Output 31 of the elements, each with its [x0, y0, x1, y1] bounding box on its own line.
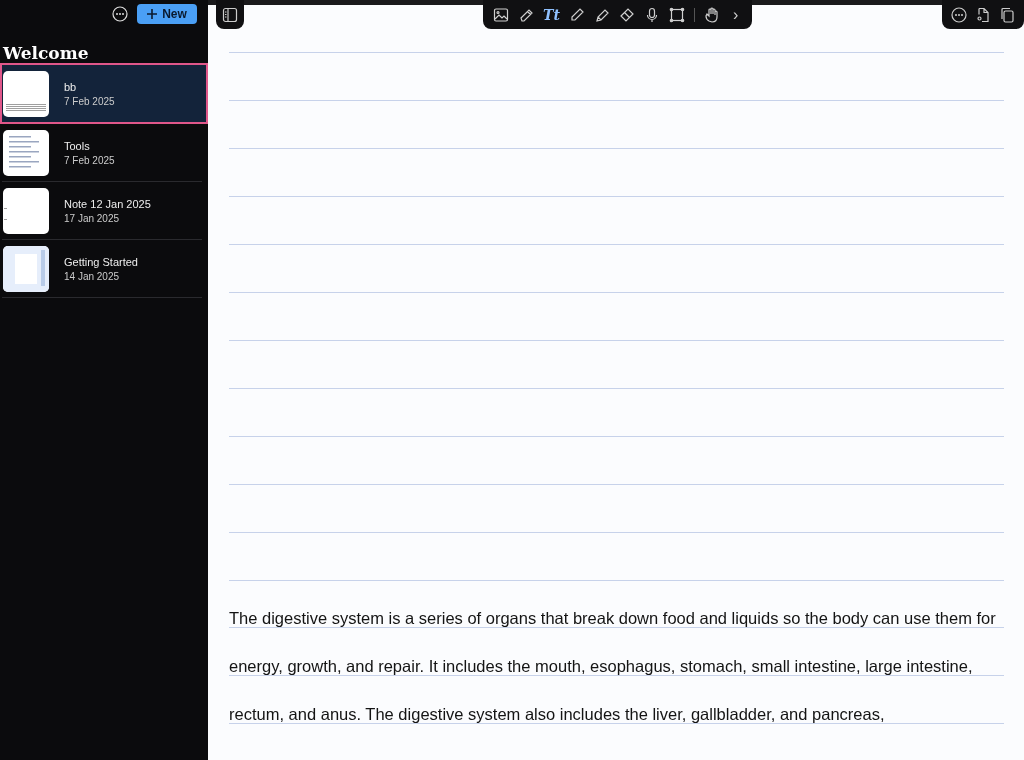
note-list-item[interactable]: bb 7 Feb 2025: [0, 63, 208, 124]
sidebar-icon: [222, 6, 238, 23]
selection-icon: [668, 6, 685, 23]
copy-icon: [999, 6, 1015, 23]
note-title: Tools: [64, 139, 91, 152]
new-button[interactable]: New: [137, 4, 197, 24]
hand-icon: [703, 6, 720, 23]
note-date: 7 Feb 2025: [64, 95, 115, 107]
note-title: bb: [64, 80, 78, 93]
sidebar-toggle-button[interactable]: [216, 0, 244, 29]
note-thumbnail: [3, 129, 49, 176]
note-date: 7 Feb 2025: [64, 154, 115, 166]
note-thumbnail: [3, 245, 49, 292]
sidebar-heading: Welcome: [3, 43, 90, 63]
page-icon: [975, 6, 991, 23]
note-title: Note 12 Jan 2025: [64, 197, 151, 210]
more-tools-button[interactable]: ›: [724, 2, 747, 27]
note-list-item[interactable]: Getting Started 14 Jan 2025: [2, 240, 202, 298]
note-list-item[interactable]: Tools 7 Feb 2025: [2, 124, 202, 182]
note-title: Getting Started: [64, 255, 138, 268]
plus-icon: [147, 9, 158, 19]
eraser-icon: [618, 6, 635, 23]
note-thumbnail: [3, 70, 49, 117]
note-thumbnail: [3, 187, 49, 234]
note-list-item[interactable]: Note 12 Jan 2025 17 Jan 2025: [2, 182, 202, 240]
pencil-icon: [568, 6, 585, 23]
note-date: 14 Jan 2025: [64, 270, 121, 282]
image-icon: [493, 6, 509, 23]
text-tool-button[interactable]: Tt: [539, 2, 564, 27]
note-date: 17 Jan 2025: [64, 212, 121, 224]
more-button[interactable]: [112, 6, 128, 22]
